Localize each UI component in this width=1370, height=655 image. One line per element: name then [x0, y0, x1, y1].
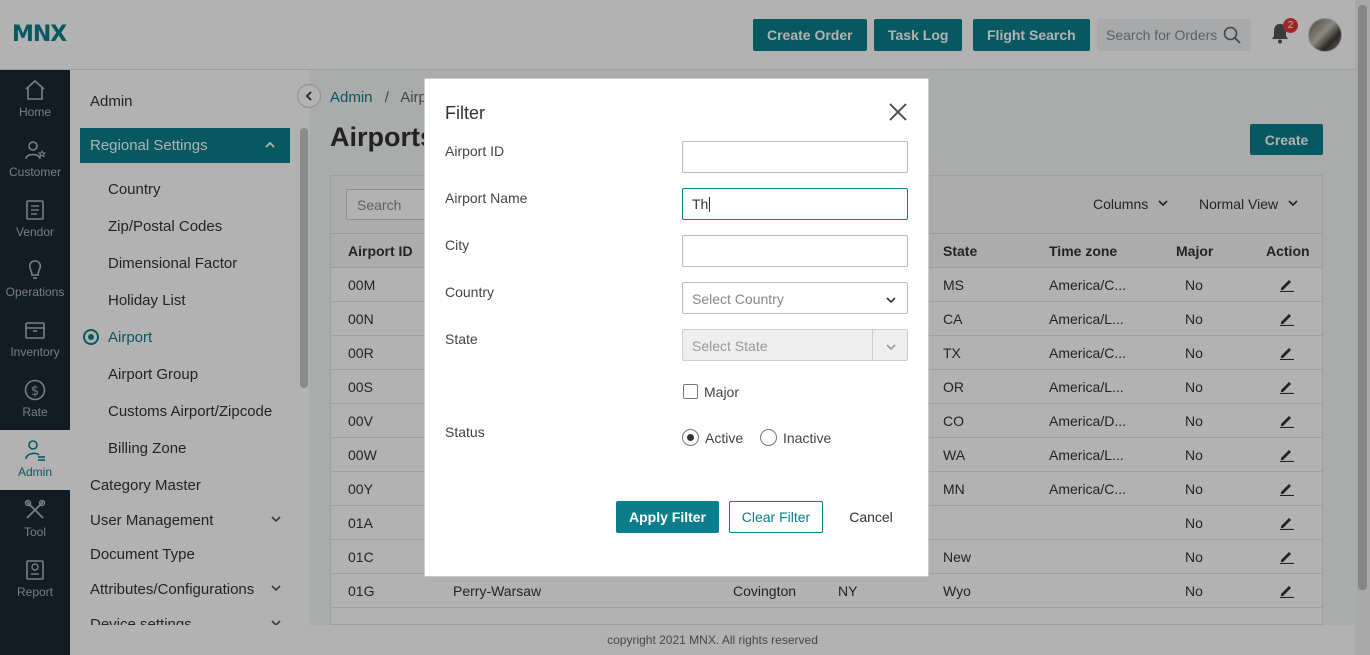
- chevron-down-icon: [885, 340, 897, 356]
- select-divider: [872, 330, 873, 360]
- status-inactive-label[interactable]: Inactive: [783, 430, 831, 446]
- cancel-button[interactable]: Cancel: [835, 501, 907, 533]
- airport-name-label: Airport Name: [445, 190, 528, 206]
- status-active-label[interactable]: Active: [705, 430, 743, 446]
- country-label: Country: [445, 284, 495, 300]
- airport-id-label: Airport ID: [445, 143, 505, 159]
- city-label: City: [445, 237, 470, 253]
- country-placeholder: Select Country: [692, 291, 784, 307]
- chevron-down-icon: [885, 293, 897, 309]
- modal-title: Filter: [445, 103, 485, 123]
- major-checkbox[interactable]: [683, 384, 698, 399]
- airport-id-field[interactable]: [682, 141, 908, 173]
- status-label: Status: [445, 424, 485, 440]
- status-active-radio[interactable]: [682, 429, 699, 446]
- country-select[interactable]: Select Country: [682, 282, 908, 314]
- major-label[interactable]: Major: [704, 384, 739, 400]
- status-inactive-radio[interactable]: [760, 429, 777, 446]
- close-icon[interactable]: [887, 101, 909, 126]
- text-cursor: [709, 197, 711, 212]
- airport-name-field[interactable]: Th: [682, 188, 908, 220]
- clear-filter-button[interactable]: Clear Filter: [729, 501, 823, 533]
- city-field[interactable]: [682, 235, 908, 267]
- apply-filter-button[interactable]: Apply Filter: [616, 501, 719, 533]
- state-select[interactable]: Select State: [682, 329, 908, 361]
- state-label: State: [445, 331, 478, 347]
- state-placeholder: Select State: [692, 338, 768, 354]
- airport-name-value: Th: [692, 196, 709, 212]
- filter-modal: Filter Airport ID Airport Name Th City C…: [424, 78, 929, 577]
